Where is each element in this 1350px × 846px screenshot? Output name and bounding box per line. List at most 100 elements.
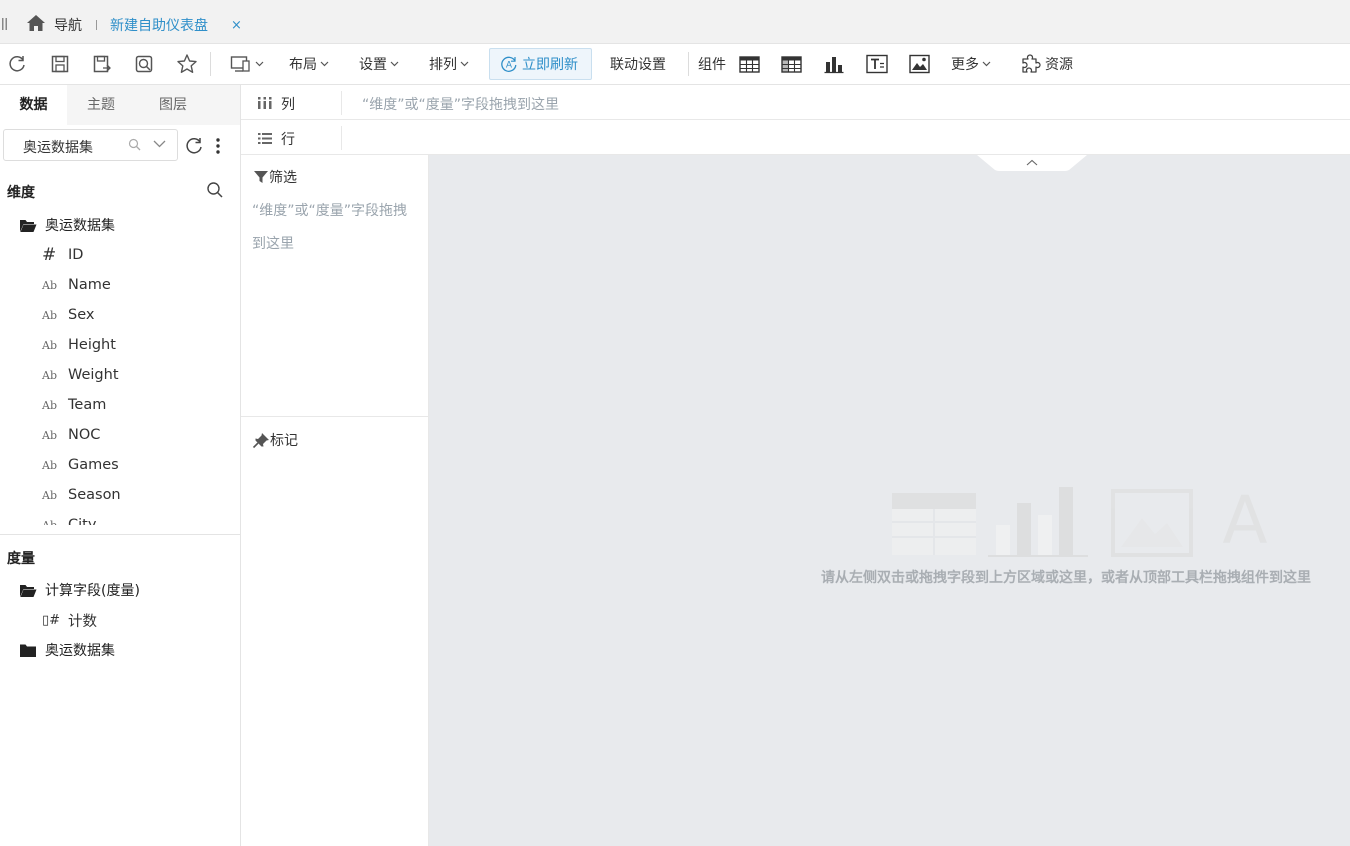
- tab-data[interactable]: 数据: [0, 85, 67, 125]
- home-icon[interactable]: [26, 14, 46, 32]
- dimension-field-label: Name: [68, 277, 111, 293]
- measure-folder-dataset[interactable]: 奥运数据集: [19, 638, 115, 662]
- save-button[interactable]: [50, 44, 70, 84]
- device-button[interactable]: [230, 44, 264, 84]
- components-label: 组件: [698, 57, 726, 73]
- empty-canvas-hint: 请从左侧双击或拖拽字段到上方区域或这里，或者从顶部工具栏拖拽组件到这里: [821, 570, 1311, 586]
- preview-button[interactable]: [134, 44, 154, 84]
- text-type-icon: Ab: [42, 338, 57, 352]
- tab-new-dashboard[interactable]: 新建自助仪表盘: [110, 15, 208, 35]
- dimension-field[interactable]: Ab Sex: [42, 303, 94, 327]
- dimension-field[interactable]: Ab Games: [42, 453, 119, 477]
- shelf-divider: [341, 91, 342, 115]
- dashboard-canvas[interactable]: A 请从左侧双击或拖拽字段到上方区域或这里，或者从顶部工具栏拖拽组件到这里: [429, 155, 1350, 846]
- dimension-field[interactable]: Ab City: [42, 513, 96, 525]
- table-icon: [739, 55, 760, 73]
- dimension-field-label: ID: [68, 247, 84, 263]
- filter-label: 筛选: [269, 170, 297, 186]
- puzzle-icon: [1022, 54, 1041, 73]
- filter-drop-zone[interactable]: “维度”或“度量”字段拖拽到这里: [252, 195, 412, 261]
- image-placeholder-icon: [1111, 489, 1193, 557]
- resources-button[interactable]: 资源: [1020, 44, 1073, 84]
- columns-icon: [258, 97, 272, 109]
- bar-chart-icon: [824, 56, 844, 73]
- image-component-button[interactable]: [909, 44, 930, 84]
- settings-button[interactable]: 设置: [359, 44, 399, 84]
- search-icon[interactable]: [128, 138, 142, 152]
- text-placeholder-icon: A: [1222, 485, 1267, 559]
- device-icon: [230, 56, 250, 72]
- crosstab-icon: [781, 55, 802, 73]
- more-button[interactable]: 更多: [951, 44, 991, 84]
- toolbar-divider: [210, 52, 211, 76]
- nav-label[interactable]: 导航: [54, 15, 82, 35]
- link-settings-button[interactable]: 联动设置: [610, 44, 666, 84]
- dimension-field[interactable]: Ab Season: [42, 483, 121, 507]
- text-type-icon: Ab: [42, 488, 57, 502]
- dimension-field[interactable]: Ab Name: [42, 273, 111, 297]
- number-type-icon: #: [42, 245, 57, 265]
- refresh-now-button[interactable]: A 立即刷新: [489, 48, 592, 80]
- panel-divider: [241, 416, 428, 417]
- text-type-icon: Ab: [42, 518, 57, 526]
- dimension-field[interactable]: Ab Height: [42, 333, 116, 357]
- preview-icon: [135, 55, 153, 73]
- save-as-button[interactable]: [92, 44, 112, 84]
- rows-shelf[interactable]: 行: [241, 120, 1350, 155]
- dimension-field-label: Weight: [68, 367, 119, 383]
- arrange-label: 排列: [429, 57, 457, 73]
- dimension-field[interactable]: Ab NOC: [42, 423, 100, 447]
- svg-text:A: A: [1222, 485, 1267, 559]
- folder-open-icon: [20, 584, 37, 597]
- dimension-field-label: Season: [68, 487, 121, 503]
- table-placeholder-icon: [892, 493, 976, 555]
- refresh-icon[interactable]: [184, 136, 204, 156]
- columns-label: 列: [281, 97, 295, 113]
- dimension-field[interactable]: # ID: [42, 243, 83, 267]
- search-icon[interactable]: [206, 181, 224, 199]
- tab-layers[interactable]: 图层: [159, 85, 187, 125]
- crosstab-component-button[interactable]: [781, 44, 802, 84]
- dimension-list: 奥运数据集 # ID Ab Name Ab Sex Ab Height Ab Weight Ab Te…: [0, 215, 240, 525]
- chevron-down-icon: [390, 61, 399, 67]
- reload-button[interactable]: [7, 44, 27, 84]
- svg-text:A: A: [506, 61, 513, 71]
- dimension-field-label: Games: [68, 457, 119, 473]
- more-vertical-icon[interactable]: [212, 136, 224, 156]
- dimension-field-label: Team: [68, 397, 107, 413]
- toolbar-divider: [688, 52, 689, 76]
- text-component-button[interactable]: [866, 44, 888, 84]
- favorite-button[interactable]: [176, 44, 198, 84]
- chevron-down-icon[interactable]: [153, 139, 166, 149]
- collapse-toolbar-tab[interactable]: [977, 155, 1087, 171]
- star-icon: [177, 54, 197, 73]
- data-panel: 数据 主题 图层 奥运数据集 维度 奥运数据集 # ID Ab Name Ab Sex Ab…: [0, 85, 241, 846]
- close-tab-icon[interactable]: ×: [231, 19, 242, 32]
- text-type-icon: Ab: [42, 398, 57, 412]
- components-label-item: 组件: [698, 44, 726, 84]
- save-icon: [51, 55, 69, 73]
- resources-label: 资源: [1045, 57, 1073, 73]
- filter-marks-panel: 筛选 “维度”或“度量”字段拖拽到这里 标记: [241, 155, 429, 846]
- folder-open-icon: [20, 219, 37, 232]
- shelf-divider: [341, 126, 342, 150]
- dimension-field[interactable]: Ab Team: [42, 393, 106, 417]
- chart-component-button[interactable]: [824, 44, 844, 84]
- auto-refresh-icon: A: [501, 56, 517, 72]
- arrange-button[interactable]: 排列: [429, 44, 469, 84]
- layout-button[interactable]: 布局: [289, 44, 329, 84]
- columns-shelf[interactable]: 列 “维度”或“度量”字段拖拽到这里: [241, 85, 1350, 120]
- measure-folder-calc[interactable]: 计算字段(度量): [19, 578, 140, 602]
- dimension-field[interactable]: Ab Weight: [42, 363, 119, 387]
- count-measure-icon: ▯#: [42, 612, 61, 628]
- measure-field-count[interactable]: ▯# 计数: [42, 608, 97, 632]
- grip-icon[interactable]: [2, 18, 8, 30]
- text-type-icon: Ab: [42, 458, 57, 472]
- dimension-folder[interactable]: 奥运数据集: [19, 215, 115, 237]
- dataset-select[interactable]: 奥运数据集: [3, 129, 178, 161]
- dataset-select-value: 奥运数据集: [23, 140, 93, 156]
- settings-label: 设置: [359, 57, 387, 73]
- tab-theme[interactable]: 主题: [87, 85, 115, 125]
- chevron-down-icon: [982, 61, 991, 67]
- table-component-button[interactable]: [739, 44, 760, 84]
